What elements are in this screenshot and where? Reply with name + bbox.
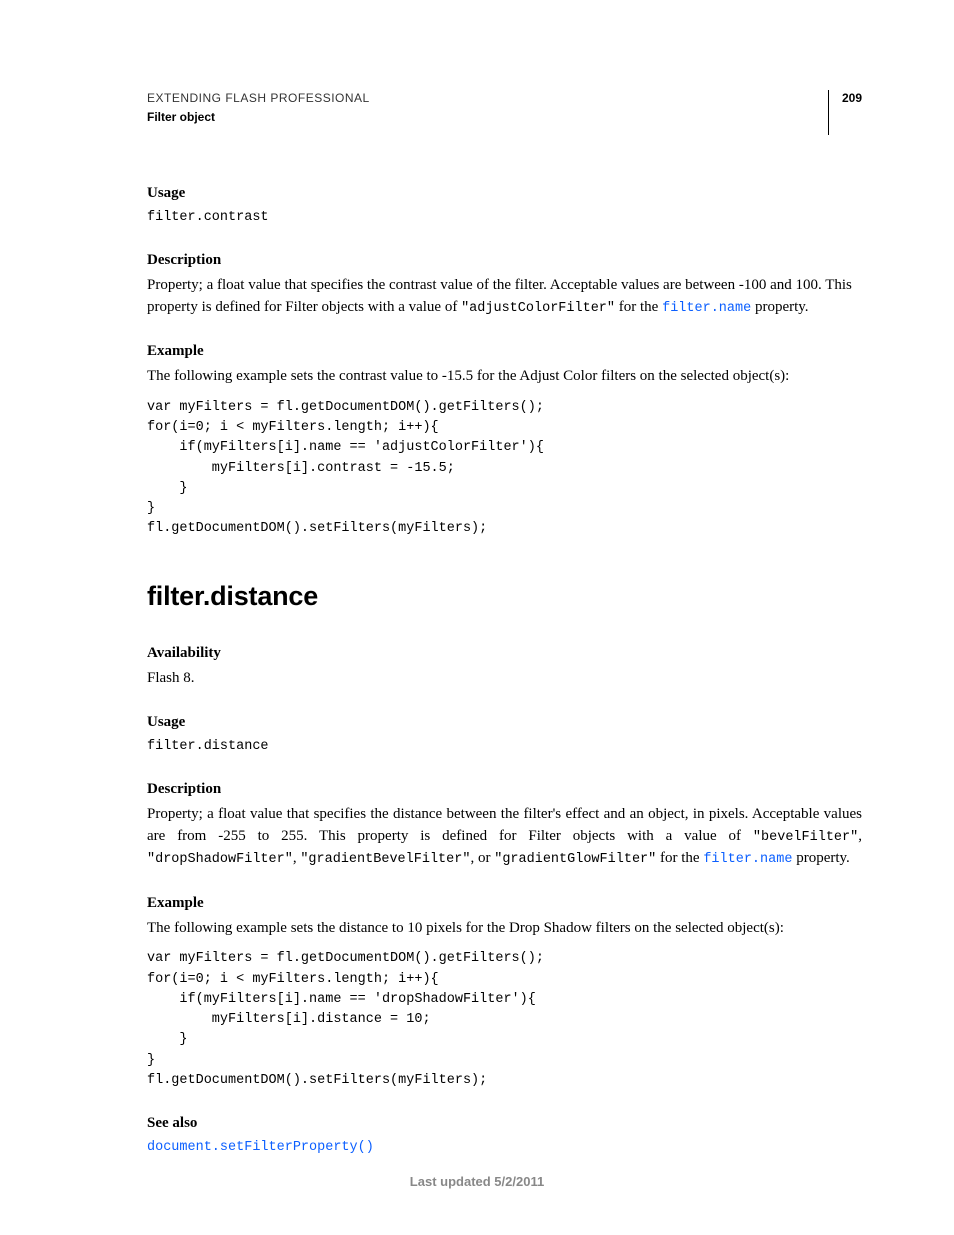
example-intro: The following example sets the contrast … (147, 366, 862, 388)
see-also-block: See also document.setFilterProperty() (147, 1113, 862, 1158)
usage-code-2: filter.distance (147, 737, 862, 757)
description-text-part: for the (615, 299, 662, 315)
example-block-2: Example The following example sets the d… (147, 893, 862, 1092)
availability-heading: Availability (147, 643, 862, 664)
example-heading-2: Example (147, 893, 862, 914)
description-text-part: property. (792, 850, 849, 866)
inline-code: "adjustColorFilter" (461, 301, 615, 316)
document-title: EXTENDING FLASH PROFESSIONAL (147, 90, 370, 107)
usage-code: filter.contrast (147, 208, 862, 228)
section-title: filter.distance (147, 578, 862, 616)
filter-name-link[interactable]: filter.name (703, 852, 792, 867)
page-content: EXTENDING FLASH PROFESSIONAL Filter obje… (0, 0, 954, 1158)
description-block-2: Description Property; a float value that… (147, 779, 862, 870)
example-heading: Example (147, 341, 862, 362)
page-footer: Last updated 5/2/2011 (0, 1173, 954, 1191)
description-text-part: , (858, 828, 862, 844)
page-header: EXTENDING FLASH PROFESSIONAL Filter obje… (147, 90, 862, 135)
example-code: var myFilters = fl.getDocumentDOM().getF… (147, 398, 862, 540)
filter-name-link[interactable]: filter.name (662, 301, 751, 316)
inline-code: "gradientBevelFilter" (300, 852, 470, 867)
page-number: 209 (828, 90, 862, 135)
usage-block: Usage filter.contrast (147, 183, 862, 228)
see-also-link[interactable]: document.setFilterProperty() (147, 1138, 862, 1158)
usage-heading-2: Usage (147, 712, 862, 733)
description-text-part: , or (470, 850, 494, 866)
description-text: Property; a float value that specifies t… (147, 275, 862, 319)
description-block: Description Property; a float value that… (147, 250, 862, 319)
description-heading: Description (147, 250, 862, 271)
example-block: Example The following example sets the c… (147, 341, 862, 540)
example-intro-2: The following example sets the distance … (147, 918, 862, 940)
usage-block-2: Usage filter.distance (147, 712, 862, 757)
inline-code: "dropShadowFilter" (147, 852, 293, 867)
description-heading-2: Description (147, 779, 862, 800)
inline-code: "bevelFilter" (753, 830, 858, 845)
description-text-part: property. (751, 299, 808, 315)
availability-block: Availability Flash 8. (147, 643, 862, 690)
inline-code: "gradientGlowFilter" (494, 852, 656, 867)
usage-heading: Usage (147, 183, 862, 204)
example-code-2: var myFilters = fl.getDocumentDOM().getF… (147, 949, 862, 1091)
description-text-2: Property; a float value that specifies t… (147, 804, 862, 870)
availability-text: Flash 8. (147, 668, 862, 690)
see-also-heading: See also (147, 1113, 862, 1134)
description-text-part: for the (656, 850, 703, 866)
header-left: EXTENDING FLASH PROFESSIONAL Filter obje… (147, 90, 370, 126)
document-section: Filter object (147, 109, 370, 126)
